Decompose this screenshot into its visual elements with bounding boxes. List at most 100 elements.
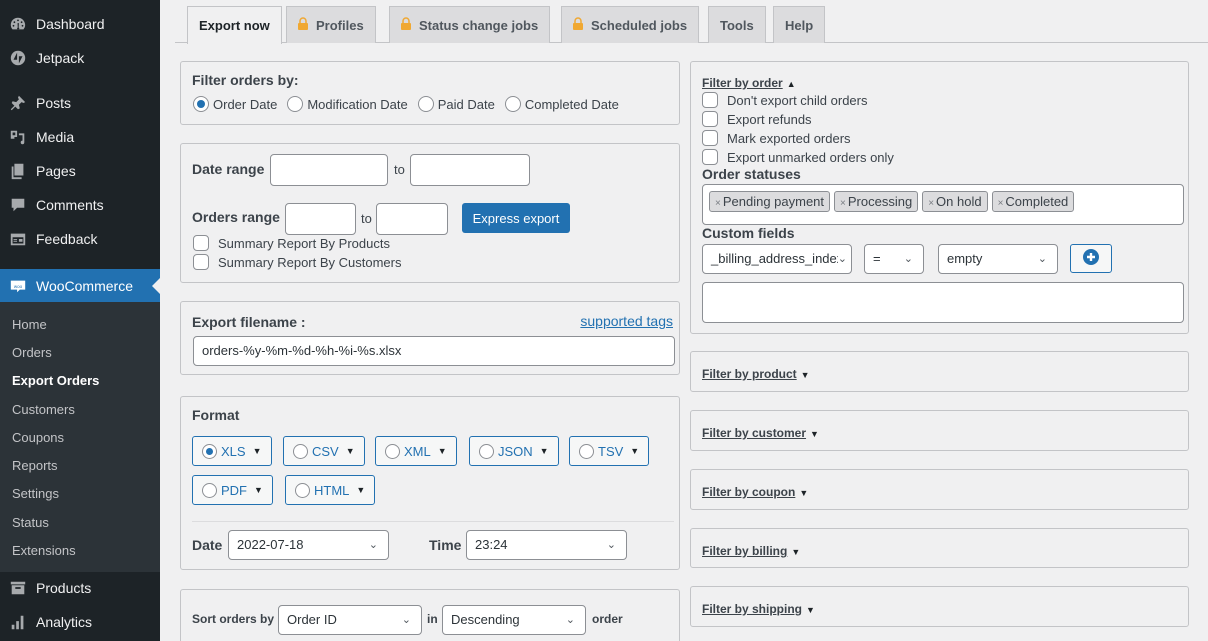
operator-select[interactable]: = ⌄ <box>864 244 924 274</box>
sort-direction-select[interactable]: Descending ⌄ <box>442 605 586 635</box>
checkbox[interactable] <box>702 92 718 108</box>
radio-xml[interactable] <box>385 443 400 459</box>
summary-customers-checkbox[interactable] <box>193 254 209 270</box>
radio-paid-date[interactable] <box>417 96 434 112</box>
menu-item-feedback[interactable]: Feedback <box>0 222 160 256</box>
filename-input[interactable]: orders-%y-%m-%d-%h-%i-%s.xlsx <box>193 336 675 366</box>
orders-from-input[interactable] <box>285 203 356 235</box>
filter-by-product-toggle[interactable]: Filter by product ▼ <box>702 366 810 381</box>
sort-field-select[interactable]: Order ID ⌄ <box>278 605 422 635</box>
tab-export-now[interactable]: Export now <box>187 6 282 44</box>
jetpack-icon <box>0 49 36 67</box>
filter-by-coupon-toggle[interactable]: Filter by coupon ▼ <box>702 484 808 499</box>
tab-scheduled-jobs[interactable]: Scheduled jobs <box>561 6 700 43</box>
submenu-item-customers[interactable]: Customers <box>12 396 75 424</box>
filter-by-customer-toggle[interactable]: Filter by customer ▼ <box>702 425 819 440</box>
menu-item-comments[interactable]: Comments <box>0 188 160 222</box>
checkbox[interactable] <box>702 149 718 165</box>
status-tag[interactable]: × Completed <box>991 191 1075 212</box>
filter-by-billing-toggle[interactable]: Filter by billing ▼ <box>702 543 800 558</box>
time-select[interactable]: 23:24 ⌄ <box>466 530 627 560</box>
custom-field-select[interactable]: _billing_address_index ⌄ <box>702 244 852 274</box>
submenu-item-status[interactable]: Status <box>12 509 49 537</box>
sort-panel: Sort orders by Order ID ⌄ in Descending ⌄ … <box>180 589 680 641</box>
summary-products-option[interactable]: Summary Report By Products <box>193 235 390 251</box>
radio-modification-date[interactable] <box>287 96 304 112</box>
order-statuses-field[interactable]: × Pending payment × Processing × On hold × Comp… <box>702 184 1184 225</box>
summary-products-checkbox[interactable] <box>193 235 209 251</box>
orders-to-input[interactable] <box>376 203 448 235</box>
filter-by-shipping-toggle[interactable]: Filter by shipping ▼ <box>702 601 815 616</box>
submenu-item-orders[interactable]: Orders <box>12 339 52 367</box>
submenu-item-extensions[interactable]: Extensions <box>12 537 76 565</box>
radio-order-date[interactable] <box>193 96 209 112</box>
option-export-refunds[interactable]: Export refunds <box>702 111 812 127</box>
tab-profiles[interactable]: Profiles <box>286 6 376 43</box>
date-select[interactable]: 2022-07-18 ⌄ <box>228 530 389 560</box>
radio-tsv[interactable] <box>579 443 594 459</box>
date-to-input[interactable] <box>410 154 530 186</box>
status-tag[interactable]: × On hold <box>922 191 988 212</box>
menu-item-analytics[interactable]: Analytics <box>0 605 160 639</box>
menu-item-posts[interactable]: Posts <box>0 86 160 120</box>
tab-help[interactable]: Help <box>773 6 826 43</box>
submenu-item-export-orders[interactable]: Export Orders <box>12 367 99 395</box>
custom-fields-list[interactable] <box>702 282 1184 323</box>
menu-label: Pages <box>36 163 76 179</box>
checkbox[interactable] <box>702 130 718 146</box>
format-xls-button[interactable]: XLS ▼ <box>192 436 272 466</box>
order-statuses-label: Order statuses <box>702 166 801 182</box>
status-tag[interactable]: × Pending payment <box>709 191 831 212</box>
menu-item-pages[interactable]: Pages <box>0 154 160 188</box>
filename-panel: Export filename : supported tags orders-… <box>180 301 680 375</box>
radio-json[interactable] <box>479 443 494 459</box>
menu-item-woocommerce[interactable]: woo WooCommerce <box>0 269 160 303</box>
menu-item-media[interactable]: Media <box>0 120 160 154</box>
option-no-child-orders[interactable]: Don't export child orders <box>702 92 868 108</box>
submenu-item-settings[interactable]: Settings <box>12 480 59 508</box>
format-tsv-button[interactable]: TSV ▼ <box>569 436 650 466</box>
submenu-item-home[interactable]: Home <box>12 311 47 339</box>
date-from-input[interactable] <box>270 154 388 186</box>
tab-label: Scheduled jobs <box>591 17 688 33</box>
menu-item-dashboard[interactable]: Dashboard <box>0 7 160 41</box>
submenu-item-coupons[interactable]: Coupons <box>12 424 64 452</box>
format-label: JSON <box>498 443 533 459</box>
remove-icon[interactable]: × <box>840 198 846 209</box>
date-range-label: Date range <box>192 161 265 177</box>
tab-tools[interactable]: Tools <box>708 6 766 43</box>
format-xml-button[interactable]: XML ▼ <box>375 436 457 466</box>
express-export-button[interactable]: Express export <box>462 203 570 233</box>
radio-html[interactable] <box>295 482 310 498</box>
menu-item-products[interactable]: Products <box>0 571 160 605</box>
format-json-button[interactable]: JSON ▼ <box>469 436 559 466</box>
status-tag[interactable]: × Processing <box>834 191 919 212</box>
caret-down-icon: ▼ <box>800 370 810 380</box>
add-custom-field-button[interactable] <box>1070 244 1112 273</box>
remove-icon[interactable]: × <box>715 198 721 209</box>
option-mark-exported[interactable]: Mark exported orders <box>702 130 851 146</box>
radio-csv[interactable] <box>293 443 308 459</box>
checkbox[interactable] <box>702 111 718 127</box>
supported-tags-link[interactable]: supported tags <box>580 313 673 329</box>
radio-completed-date[interactable] <box>504 96 521 112</box>
format-csv-button[interactable]: CSV ▼ <box>283 436 365 466</box>
value-select[interactable]: empty ⌄ <box>938 244 1058 274</box>
radio-xls[interactable] <box>202 443 217 459</box>
format-pdf-button[interactable]: PDF ▼ <box>192 475 273 505</box>
submenu-item-reports[interactable]: Reports <box>12 452 58 480</box>
tab-status-change-jobs[interactable]: Status change jobs <box>389 6 551 43</box>
remove-icon[interactable]: × <box>928 198 934 209</box>
format-html-button[interactable]: HTML ▼ <box>285 475 376 505</box>
caret-down-icon: ▼ <box>791 547 801 557</box>
option-unmarked-only[interactable]: Export unmarked orders only <box>702 149 894 165</box>
radio-pdf[interactable] <box>202 482 217 498</box>
menu-item-jetpack[interactable]: Jetpack <box>0 41 160 75</box>
summary-customers-option[interactable]: Summary Report By Customers <box>193 254 402 270</box>
remove-icon[interactable]: × <box>998 198 1004 209</box>
chevron-down-icon: ⌄ <box>903 253 913 265</box>
woocommerce-submenu: Home Orders Export Orders Customers Coup… <box>0 302 160 572</box>
chevron-down-icon: ⌄ <box>401 614 411 626</box>
menu-label: WooCommerce <box>36 278 133 294</box>
filter-by-order-toggle[interactable]: Filter by order ▲ <box>702 75 796 90</box>
